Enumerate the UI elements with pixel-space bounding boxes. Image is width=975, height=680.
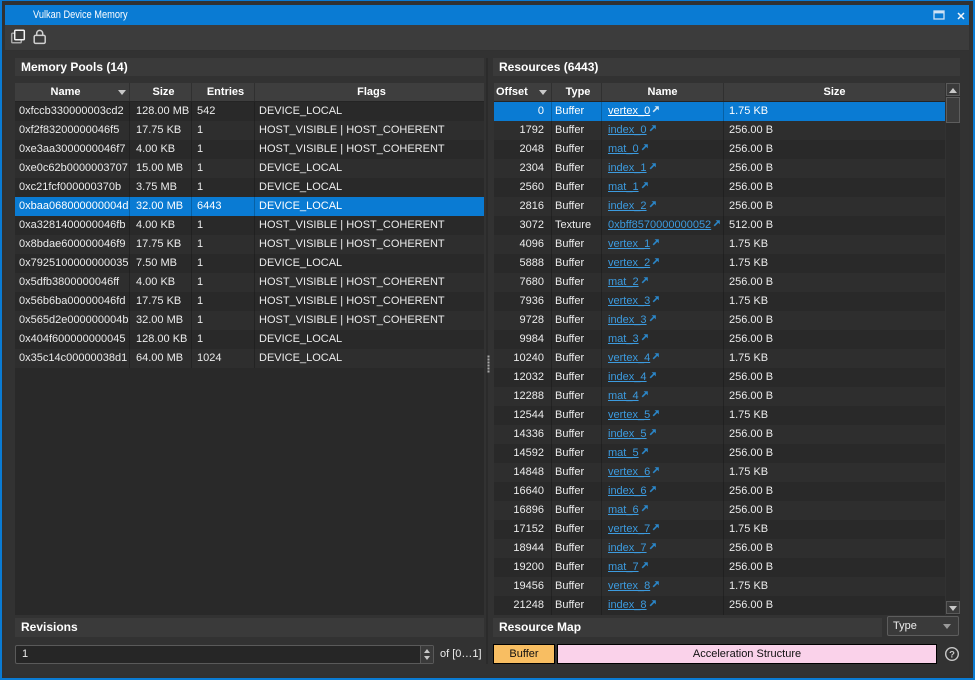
svg-text:?: ? <box>949 650 955 661</box>
